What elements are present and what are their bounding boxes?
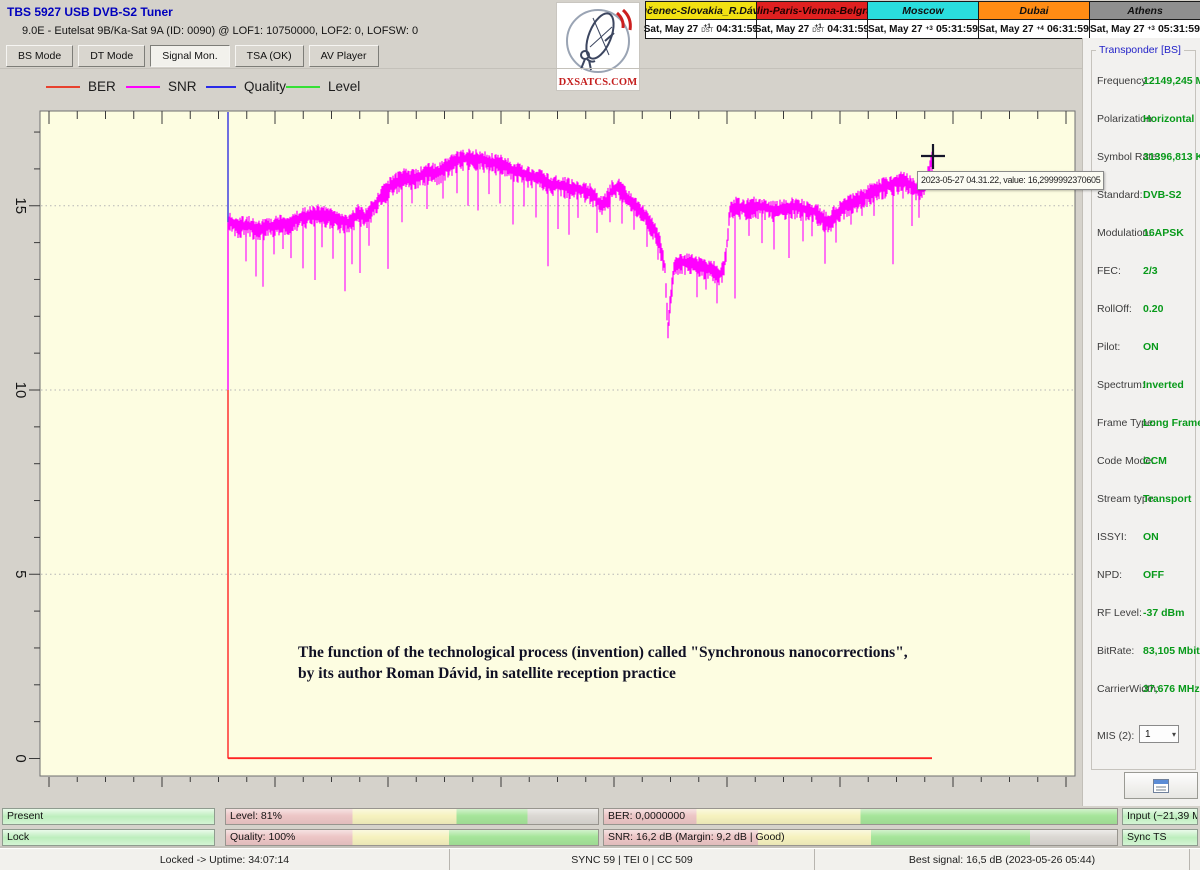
tab-tsa-ok[interactable]: TSA (OK) — [235, 45, 304, 67]
tp-value-rolloff: 0.20 — [1143, 303, 1163, 315]
status-best-signal: Best signal: 16,5 dB (2023-05-26 05:44) — [815, 849, 1190, 870]
y-tick-label: 10 — [12, 382, 29, 399]
transponder-group-label: Transponder [BS] — [1096, 44, 1184, 56]
clock-dubai: DubaiSat, May 27+406:31:59 — [978, 1, 1090, 39]
clock-city: Lučenec-Slovakia_R.Dávid — [645, 1, 757, 20]
clock-city: Athens — [1089, 1, 1200, 20]
tp-label-spectrum: Spectrum: — [1097, 379, 1145, 391]
tp-value-symbol-rate: 31396,813 KS/s — [1143, 151, 1200, 163]
tp-value-code-mode: CCM — [1143, 455, 1167, 467]
clock-time: Sat, May 27+406:31:59 — [978, 19, 1090, 39]
tp-label-fec: FEC: — [1097, 265, 1121, 277]
ts-panel-button[interactable] — [1124, 772, 1198, 799]
tp-label-standard: Standard: — [1097, 189, 1143, 201]
tp-value-modulation: 16APSK — [1143, 227, 1184, 239]
clock-moscow: MoscowSat, May 27+305:31:59 — [867, 1, 979, 39]
ber-progress-bar: BER: 0,0000000 — [603, 808, 1118, 825]
y-tick-label: 0 — [12, 754, 29, 762]
level-progress-bar: Level: 81% — [225, 808, 599, 825]
tp-value-polarization: Horizontal — [1143, 113, 1194, 125]
snr-progress-bar: SNR: 16,2 dB (Margin: 9,2 dB | Good) — [603, 829, 1118, 846]
chevron-down-icon: ▾ — [1172, 730, 1176, 739]
tp-value-issyi: ON — [1143, 531, 1159, 543]
transponder-panel: Transponder [BS] Frequency:12149,245 MHz… — [1082, 38, 1200, 806]
tp-value-fec: 2/3 — [1143, 265, 1158, 277]
stream-list-icon — [1153, 779, 1169, 793]
tp-label-rf-level: RF Level: — [1097, 607, 1142, 619]
tp-value-frame-type: Long Frame — [1143, 417, 1200, 429]
mis-label: MIS (2): — [1097, 730, 1134, 742]
status-grip — [1190, 849, 1200, 870]
y-tick-label: 5 — [12, 570, 29, 578]
annotation-line2: by its author Roman Dávid, in satellite … — [298, 663, 1018, 684]
chart-value-tooltip: 2023-05-27 04.31.22, value: 16,299999237… — [917, 171, 1104, 190]
tp-value-spectrum: Inverted — [1143, 379, 1184, 391]
y-tick-label: 15 — [12, 197, 29, 214]
input-rate-indicator: Input (~21,39 Mbps) — [1122, 808, 1198, 825]
status-uptime: Locked -> Uptime: 34:07:14 — [0, 849, 450, 870]
tab-dt-mode[interactable]: DT Mode — [78, 45, 145, 67]
sync-ts-indicator: Sync TS — [1122, 829, 1198, 846]
tab-signal-mon[interactable]: Signal Mon. — [150, 45, 229, 67]
lock-indicator: Lock — [2, 829, 215, 846]
world-clocks: Lučenec-Slovakia_R.DávidSat, May 27+1DST… — [645, 1, 1200, 39]
tab-bs-mode[interactable]: BS Mode — [6, 45, 73, 67]
tp-value-frequency: 12149,245 MHz — [1143, 75, 1200, 87]
tp-value-rf-level: -37 dBm — [1143, 607, 1184, 619]
tp-label-frequency: Frequency: — [1097, 75, 1150, 87]
transponder-groupbox: Transponder [BS] Frequency:12149,245 MHz… — [1091, 50, 1196, 770]
status-counters: SYNC 59 | TEI 0 | CC 509 — [450, 849, 815, 870]
clock-time: Sat, May 27+1DST04:31:59 — [645, 19, 757, 39]
mode-tabs: BS ModeDT ModeSignal Mon. TSA (OK)AV Play… — [6, 45, 379, 67]
clock-berlin-paris-vienna-belgrade: Berlin-Paris-Vienna-BelgradeSat, May 27+… — [756, 1, 868, 39]
satellite-subtitle: 9.0E - Eutelsat 9B/Ka-Sat 9A (ID: 0090) … — [22, 25, 418, 37]
chart-annotation: The function of the technological proces… — [298, 642, 1018, 684]
clock-time: Sat, May 27+1DST04:31:59 — [756, 19, 868, 39]
tab-av-player[interactable]: AV Player — [309, 45, 379, 67]
tp-value-carrierwidth: 37,676 MHz — [1143, 683, 1200, 695]
mis-selected-value: 1 — [1145, 729, 1151, 740]
signal-monitor-panel: BERSNRQualityLevel 051015 The function o… — [0, 68, 1082, 801]
clock-time: Sat, May 27+305:31:59 — [1089, 19, 1200, 39]
tp-label-npd: NPD: — [1097, 569, 1122, 581]
tp-value-bitrate: 83,105 Mbit/s — [1143, 645, 1200, 657]
clock-city: Berlin-Paris-Vienna-Belgrade — [756, 1, 868, 20]
clock-time: Sat, May 27+305:31:59 — [867, 19, 979, 39]
satellite-dish-icon — [557, 3, 639, 75]
tp-label-bitrate: BitRate: — [1097, 645, 1134, 657]
tp-label-pilot: Pilot: — [1097, 341, 1120, 353]
window-title: TBS 5927 USB DVB-S2 Tuner — [7, 5, 173, 19]
tp-value-npd: OFF — [1143, 569, 1164, 581]
quality-progress-bar: Quality: 100% — [225, 829, 599, 846]
clock-athens: AthensSat, May 27+305:31:59 — [1089, 1, 1200, 39]
tp-value-standard: DVB-S2 — [1143, 189, 1182, 201]
clock-city: Moscow — [867, 1, 979, 20]
status-bar: Locked -> Uptime: 34:07:14 SYNC 59 | TEI… — [0, 848, 1200, 870]
clock-lu-enec-slovakia-r-d-vid: Lučenec-Slovakia_R.DávidSat, May 27+1DST… — [645, 1, 757, 39]
tp-label-issyi: ISSYI: — [1097, 531, 1127, 543]
tp-value-stream-type: Transport — [1143, 493, 1191, 505]
present-indicator: Present — [2, 808, 215, 825]
clock-city: Dubai — [978, 1, 1090, 20]
annotation-line1: The function of the technological proces… — [298, 642, 1018, 663]
tp-value-pilot: ON — [1143, 341, 1159, 353]
mis-select[interactable]: 1 ▾ — [1139, 725, 1179, 743]
tp-label-rolloff: RollOff: — [1097, 303, 1132, 315]
